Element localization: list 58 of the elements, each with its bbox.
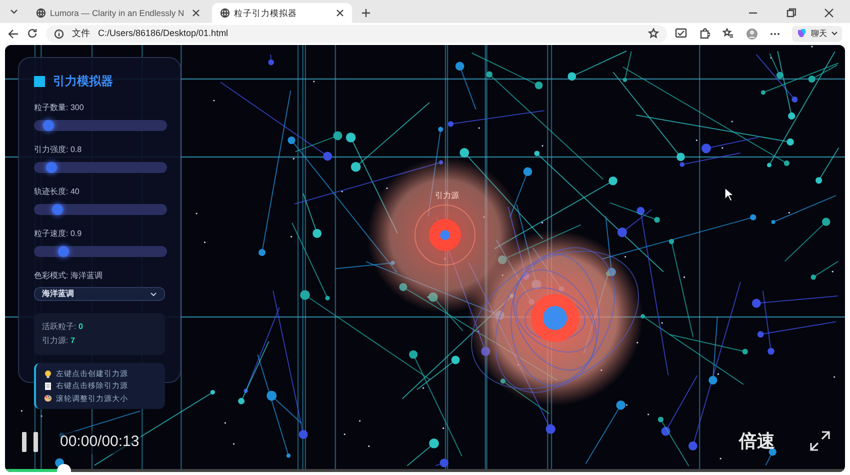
color-mode-select[interactable]: 海洋蓝调 — [34, 287, 165, 301]
speed-button[interactable]: 倍速 — [739, 428, 775, 455]
pause-button[interactable] — [19, 430, 41, 454]
slider-label: 粒子数量: 300 — [34, 102, 85, 114]
slider-label: 轨迹长度: 40 — [34, 186, 80, 198]
square-icon — [34, 76, 45, 86]
stat-text: 活跃粒子: 0 — [42, 321, 84, 333]
cursor-icon — [724, 187, 734, 202]
source-label: 引力源 — [435, 190, 459, 202]
progress-track[interactable] — [5, 469, 845, 472]
close-icon[interactable] — [824, 8, 834, 18]
chevron-icon — [150, 292, 157, 296]
panel-title: 引力模拟器 — [53, 73, 113, 90]
stat-text: 引力源: 7 — [42, 335, 76, 347]
slider-track[interactable] — [34, 246, 167, 257]
time-display: 00:00/00:13 — [58, 431, 142, 454]
puzzle-icon[interactable] — [699, 28, 710, 39]
close-icon[interactable] — [336, 9, 344, 17]
slider-label: 粒子速度: 0.9 — [34, 228, 83, 240]
close-icon[interactable] — [192, 9, 200, 17]
star-icon[interactable] — [648, 28, 659, 39]
globe-icon — [220, 8, 230, 18]
color-mode-label: 色彩模式: 海洋蓝调 — [34, 270, 104, 282]
screen-icon[interactable] — [675, 28, 687, 39]
pause-icon — [21, 431, 39, 453]
globe-icon — [36, 8, 46, 18]
slider-thumb[interactable] — [46, 162, 58, 173]
scheme-label: 文件 — [72, 26, 90, 40]
favorites-icon[interactable] — [722, 28, 734, 39]
slider-track[interactable] — [34, 120, 167, 131]
lightbulb-icon — [44, 370, 52, 378]
chat-button[interactable]: 聊天 — [792, 26, 842, 42]
slider-thumb[interactable] — [52, 204, 64, 215]
avatar-icon[interactable] — [746, 28, 758, 40]
particle-trail — [268, 54, 274, 66]
page-icon — [44, 382, 52, 390]
slider-track[interactable] — [34, 162, 167, 173]
more-icon[interactable] — [770, 32, 780, 36]
particle-trail — [585, 400, 626, 464]
slider-label: 引力强度: 0.8 — [34, 144, 83, 156]
browser-tab[interactable]: Lumora — Clarity in an Endlessly N — [28, 3, 208, 23]
restore-icon[interactable] — [786, 8, 796, 18]
chevron-icon — [831, 31, 838, 36]
palette-icon — [44, 394, 52, 402]
expand-icon — [810, 431, 830, 451]
reload-icon[interactable] — [27, 28, 38, 39]
browser-tab[interactable]: 粒子引力模拟器 — [212, 3, 352, 23]
url-text: C:/Users/86186/Desktop/01.html — [98, 26, 230, 40]
info-icon — [54, 28, 64, 38]
back-icon[interactable] — [8, 28, 19, 38]
fullscreen-button[interactable] — [809, 430, 831, 452]
particle-trail — [765, 448, 776, 466]
slider-thumb[interactable] — [58, 246, 70, 257]
sparkle-icon — [796, 28, 807, 39]
slider-track[interactable] — [34, 204, 167, 215]
slider-thumb[interactable] — [42, 120, 54, 131]
address-bar[interactable]: 文件 C:/Users/86186/Desktop/01.html — [46, 24, 667, 42]
plus-icon — [361, 8, 372, 18]
